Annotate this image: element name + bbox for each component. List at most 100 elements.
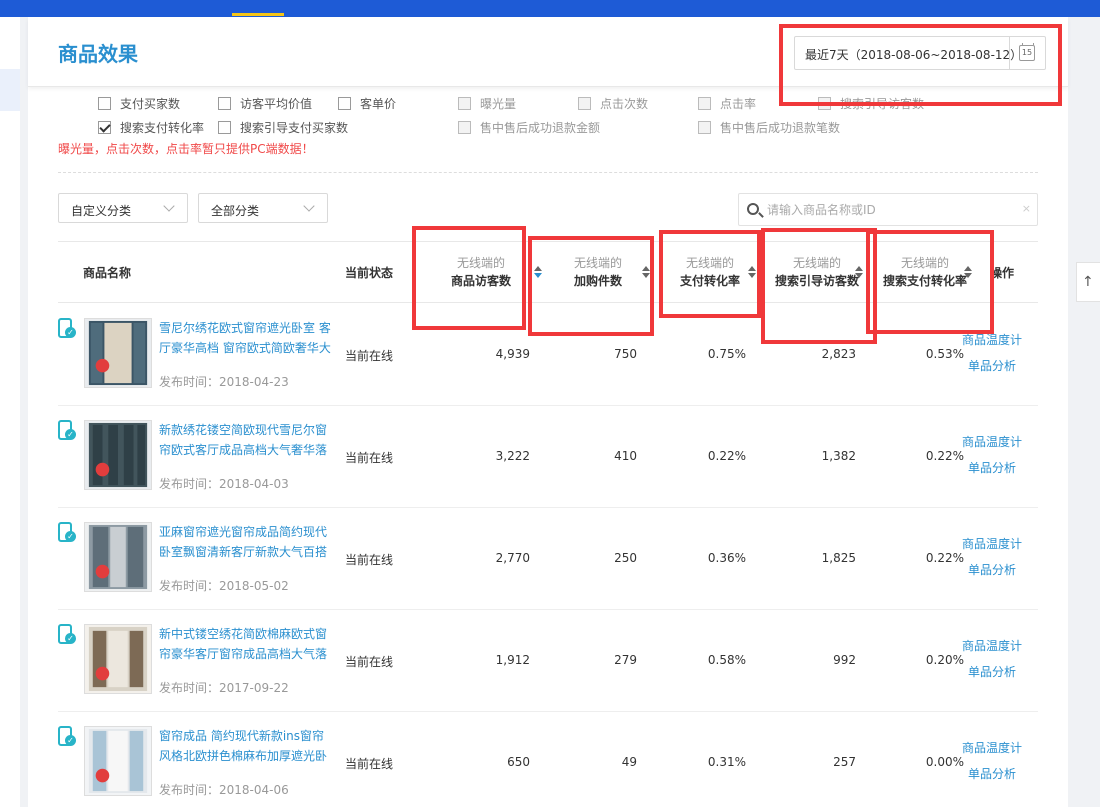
calendar-icon[interactable]: 15 <box>1019 43 1035 61</box>
item-analysis-link[interactable]: 单品分析 <box>968 459 1016 476</box>
item-analysis-link[interactable]: 单品分析 <box>968 561 1016 578</box>
metric-checkbox-refund-amount[interactable]: 售中售后成功退款金额 <box>458 119 600 136</box>
temperature-link[interactable]: 商品温度计 <box>962 739 1022 756</box>
chevron-down-icon <box>303 200 315 212</box>
main-panel: 商品效果 最近7天（2018-08-06~2018-08-12） 15 支付买家… <box>28 17 1068 807</box>
status-text: 当前在线 <box>345 553 394 567</box>
item-analysis-link[interactable]: 单品分析 <box>968 765 1016 782</box>
mobile-icon <box>58 420 76 440</box>
checkbox[interactable] <box>218 97 231 110</box>
product-thumbnail[interactable] <box>84 624 152 694</box>
active-tab-indicator <box>232 13 284 16</box>
search-visitors-value: 1,825 <box>821 551 856 565</box>
checkbox[interactable] <box>698 97 711 110</box>
clear-icon[interactable]: × <box>1022 202 1031 215</box>
product-thumbnail[interactable] <box>84 420 152 490</box>
cart-value: 410 <box>614 449 637 463</box>
visitors-value: 650 <box>507 755 530 769</box>
product-title-link[interactable]: 窗帘成品 简约现代新款ins窗帘风格北欧拼色棉麻布加厚遮光卧 <box>159 726 334 766</box>
product-thumbnail[interactable] <box>84 522 152 592</box>
back-to-top-button[interactable]: ↑ <box>1076 262 1100 302</box>
search-visitors-value: 1,382 <box>821 449 856 463</box>
pay-rate-value: 0.31% <box>707 755 746 769</box>
mobile-icon <box>58 726 76 746</box>
checkbox[interactable] <box>698 121 711 134</box>
th-status: 当前状态 <box>345 266 394 280</box>
sort-icon[interactable] <box>642 266 650 278</box>
sidebar-active-item[interactable] <box>0 69 20 111</box>
status-text: 当前在线 <box>345 451 394 465</box>
metric-checkbox-impressions[interactable]: 曝光量 <box>458 95 516 112</box>
page-title: 商品效果 <box>58 42 138 66</box>
th-cart[interactable]: 无线端的 加购件数 <box>558 254 638 290</box>
metric-checkbox-ctr[interactable]: 点击率 <box>698 95 756 112</box>
publish-date: 发布时间：2018-05-02 <box>159 579 289 593</box>
metric-checkbox-avg-order[interactable]: 客单价 <box>338 95 396 112</box>
checkbox[interactable] <box>98 97 111 110</box>
search-visitors-value: 992 <box>833 653 856 667</box>
status-text: 当前在线 <box>345 655 394 669</box>
product-title-link[interactable]: 亚麻窗帘遮光窗帘成品简约现代卧室飘窗清新客厅新款大气百搭 <box>159 522 334 562</box>
status-text: 当前在线 <box>345 349 394 363</box>
cart-value: 49 <box>621 755 637 769</box>
sort-icon[interactable] <box>964 266 972 278</box>
search-input[interactable] <box>767 200 1017 220</box>
metric-checkbox-avg-visitor-value[interactable]: 访客平均价值 <box>218 95 312 112</box>
table-row: 雪尼尔绣花欧式窗帘遮光卧室 客厅豪华高档 窗帘欧式简欧奢华大 发布时间：2018… <box>58 304 1038 406</box>
publish-date: 发布时间：2018-04-03 <box>159 477 289 491</box>
dashed-divider <box>58 172 1038 173</box>
sort-icon[interactable] <box>748 266 756 278</box>
metric-checkbox-pay-buyers[interactable]: 支付买家数 <box>98 95 180 112</box>
product-thumbnail[interactable] <box>84 318 152 388</box>
metric-checkbox-clicks[interactable]: 点击次数 <box>578 95 648 112</box>
search-pay-rate-value: 0.20% <box>925 653 964 667</box>
th-ops: 操作 <box>990 266 1015 280</box>
visitors-value: 2,770 <box>495 551 530 565</box>
checkbox-checked[interactable] <box>98 121 111 134</box>
temperature-link[interactable]: 商品温度计 <box>962 331 1022 348</box>
visitors-value: 4,939 <box>495 347 530 361</box>
top-navbar <box>0 0 1100 17</box>
search-pay-rate-value: 0.22% <box>925 551 964 565</box>
visitors-value: 3,222 <box>495 449 530 463</box>
product-title-link[interactable]: 雪尼尔绣花欧式窗帘遮光卧室 客厅豪华高档 窗帘欧式简欧奢华大 <box>159 318 334 358</box>
all-category-select[interactable]: 全部分类 <box>198 193 328 223</box>
checkbox[interactable] <box>578 97 591 110</box>
checkbox[interactable] <box>218 121 231 134</box>
arrow-up-icon: ↑ <box>1082 274 1094 290</box>
publish-date: 发布时间：2018-04-23 <box>159 375 289 389</box>
temperature-link[interactable]: 商品温度计 <box>962 637 1022 654</box>
sort-icon[interactable] <box>534 266 542 278</box>
item-analysis-link[interactable]: 单品分析 <box>968 663 1016 680</box>
search-icon <box>747 203 759 215</box>
temperature-link[interactable]: 商品温度计 <box>962 535 1022 552</box>
table-row: 新款绣花镂空简欧现代雪尼尔窗帘欧式客厅成品高档大气奢华落 发布时间：2018-0… <box>58 406 1038 508</box>
product-title-link[interactable]: 新款绣花镂空简欧现代雪尼尔窗帘欧式客厅成品高档大气奢华落 <box>159 420 334 460</box>
table-row: 亚麻窗帘遮光窗帘成品简约现代卧室飘窗清新客厅新款大气百搭 发布时间：2018-0… <box>58 508 1038 610</box>
panel-header: 商品效果 最近7天（2018-08-06~2018-08-12） 15 <box>28 17 1068 87</box>
metric-checkbox-search-pay-rate[interactable]: 搜索支付转化率 <box>98 119 204 136</box>
metric-checkbox-refund-count[interactable]: 售中售后成功退款笔数 <box>698 119 840 136</box>
metric-checkbox-search-visitors[interactable]: 搜索引导访客数 <box>818 95 924 112</box>
visitors-value: 1,912 <box>495 653 530 667</box>
pay-rate-value: 0.22% <box>707 449 746 463</box>
checkbox[interactable] <box>458 121 471 134</box>
th-pay-rate[interactable]: 无线端的 支付转化率 <box>660 254 760 290</box>
item-analysis-link[interactable]: 单品分析 <box>968 357 1016 374</box>
sort-icon[interactable] <box>855 266 863 278</box>
table-row: 窗帘成品 简约现代新款ins窗帘风格北欧拼色棉麻布加厚遮光卧 发布时间：2018… <box>58 712 1038 807</box>
metric-checkbox-search-pay-buyers[interactable]: 搜索引导支付买家数 <box>218 119 348 136</box>
search-visitors-value: 2,823 <box>821 347 856 361</box>
product-title-link[interactable]: 新中式镂空绣花简欧棉麻欧式窗帘豪华客厅窗帘成品高档大气落 <box>159 624 334 664</box>
product-search-box[interactable]: × <box>738 193 1038 226</box>
cart-value: 750 <box>614 347 637 361</box>
date-range-picker[interactable]: 最近7天（2018-08-06~2018-08-12） 15 <box>794 36 1046 70</box>
mobile-icon <box>58 318 76 338</box>
th-visitors[interactable]: 无线端的 商品访客数 <box>436 254 526 290</box>
checkbox[interactable] <box>458 97 471 110</box>
custom-category-select[interactable]: 自定义分类 <box>58 193 188 223</box>
temperature-link[interactable]: 商品温度计 <box>962 433 1022 450</box>
checkbox[interactable] <box>818 97 831 110</box>
product-thumbnail[interactable] <box>84 726 152 796</box>
checkbox[interactable] <box>338 97 351 110</box>
